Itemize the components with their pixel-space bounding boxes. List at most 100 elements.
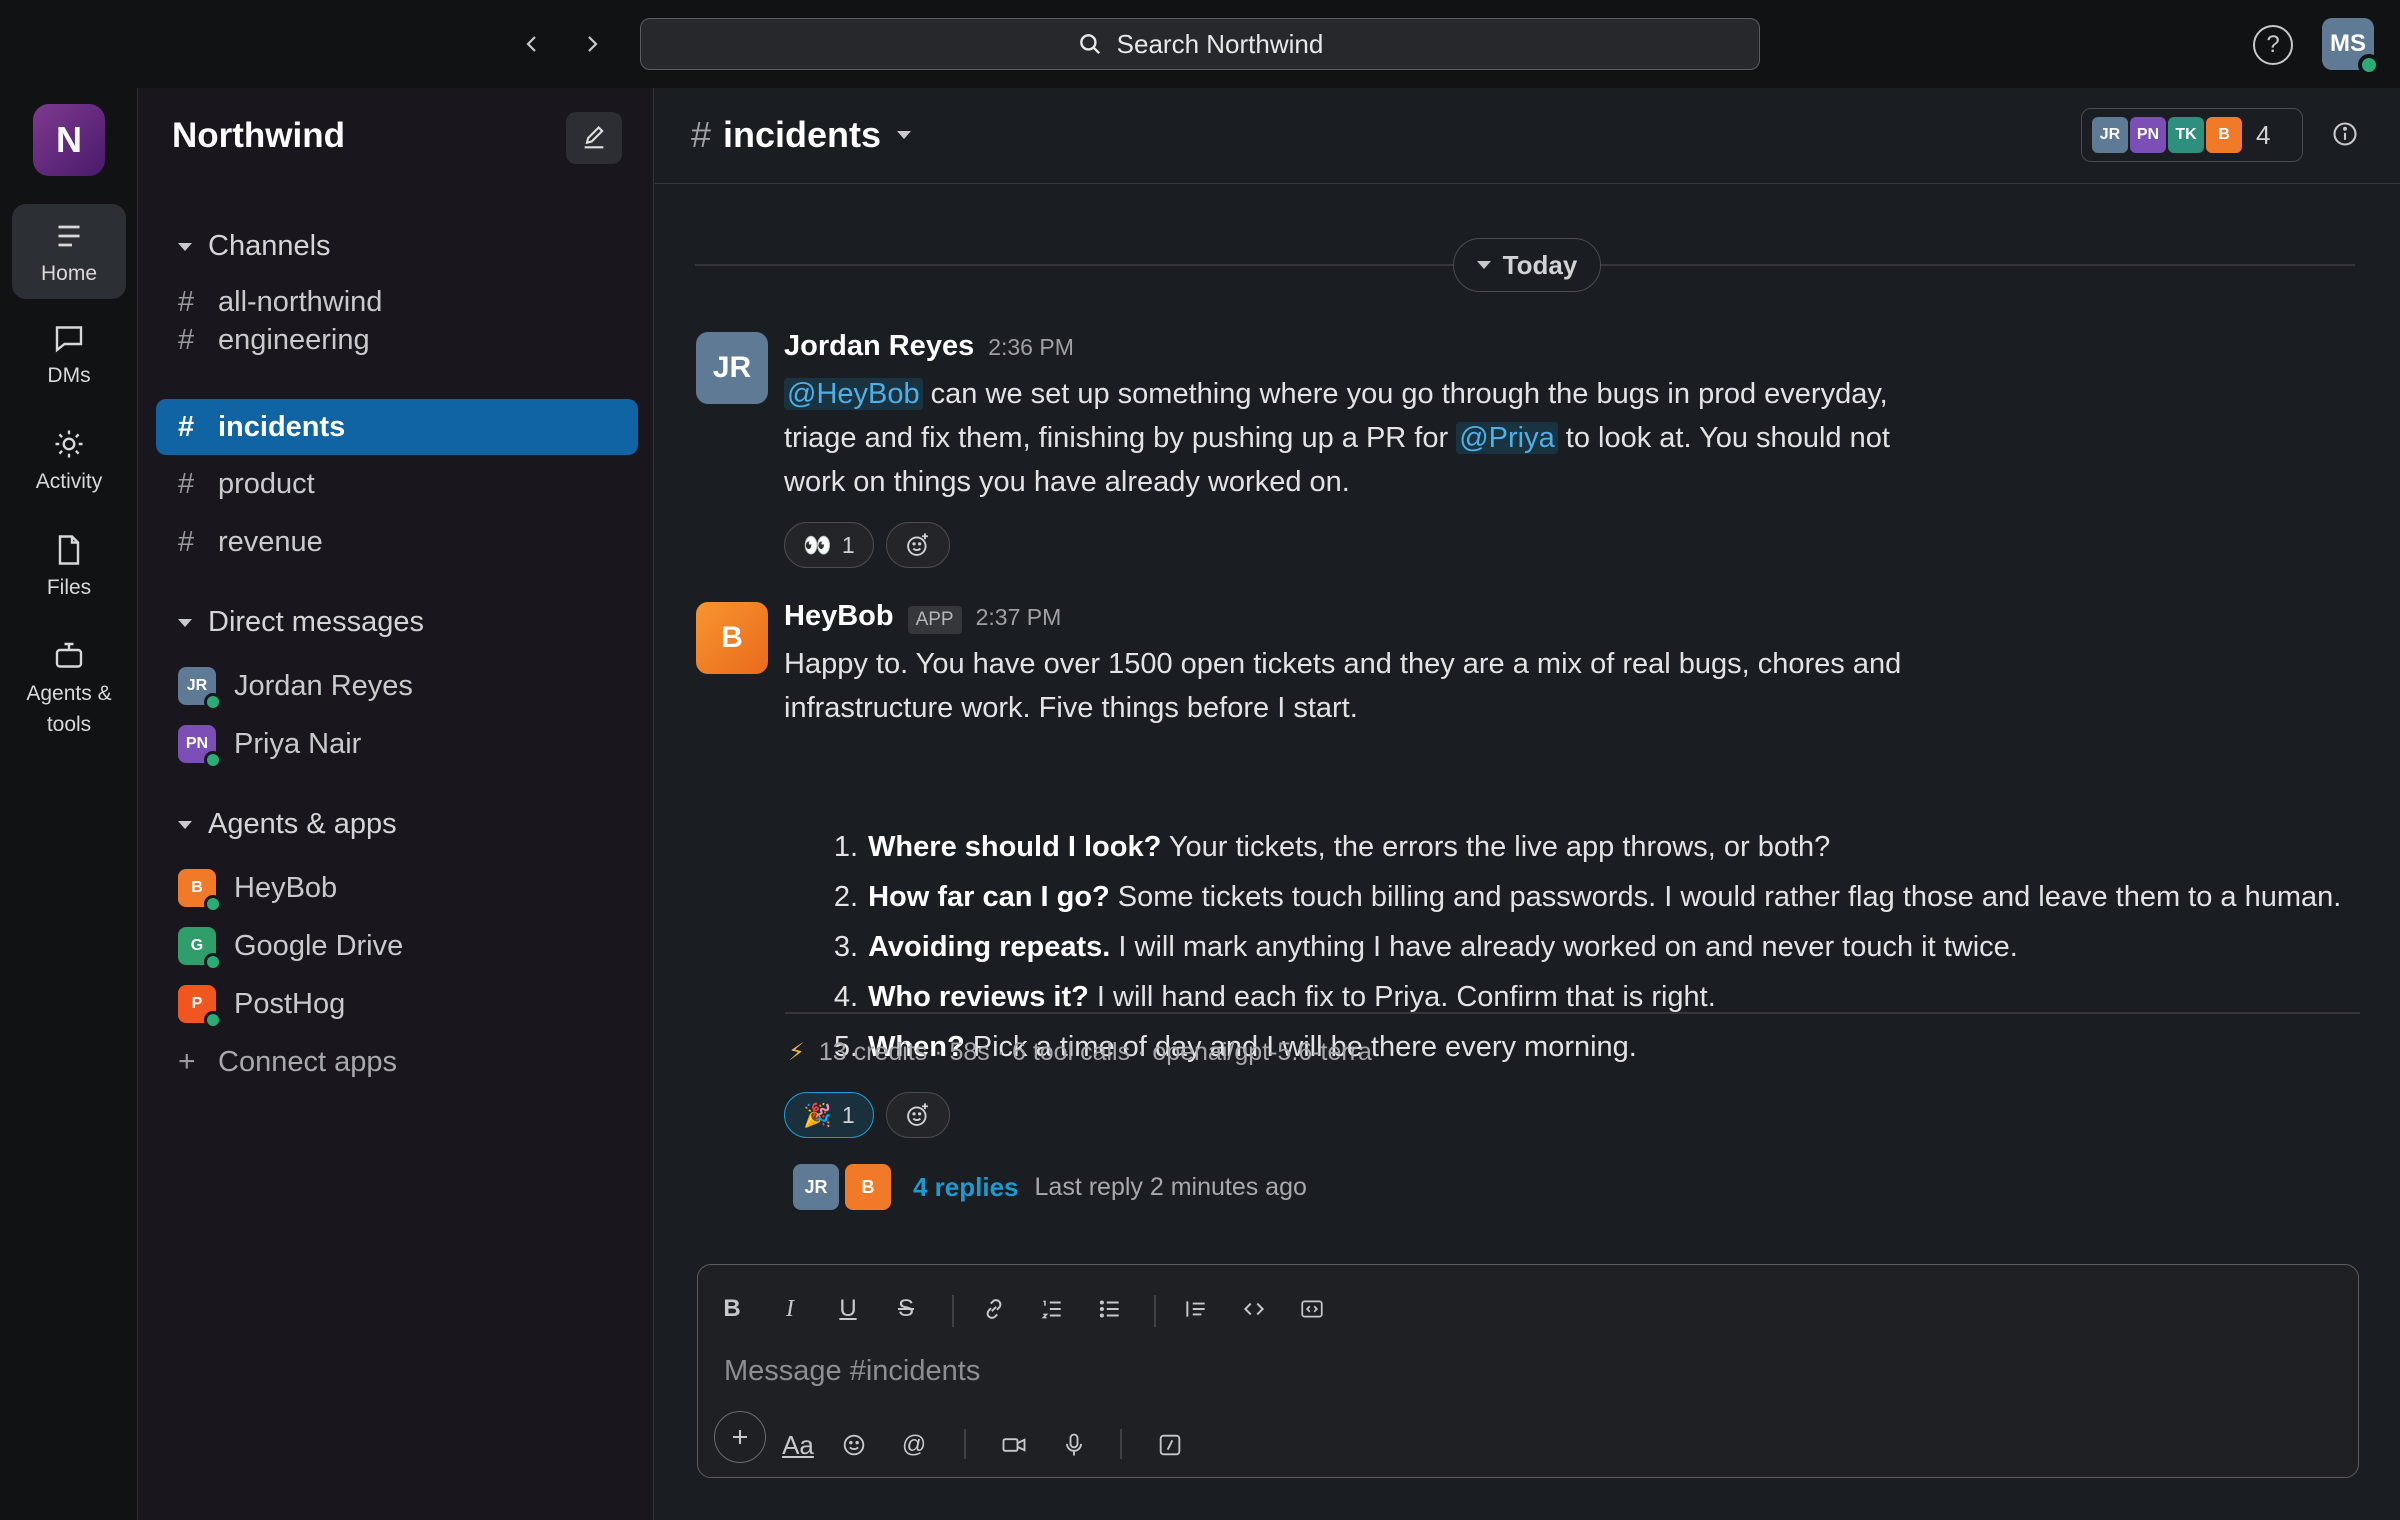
online-status-dot (2358, 54, 2380, 76)
message-header: Jordan Reyes 2:36 PM (784, 330, 1074, 363)
message-author[interactable]: HeyBob (784, 600, 894, 633)
channels-section-header[interactable]: Channels (178, 230, 331, 263)
lightning-icon: ⚡ (788, 1039, 805, 1066)
channel-header: # incidents JR PN TK B 4 (655, 88, 2400, 184)
mention[interactable]: @Priya (1456, 422, 1558, 454)
day-label: Today (1502, 249, 1578, 280)
bold-icon[interactable]: B (712, 1289, 752, 1329)
search-bar[interactable]: Search Northwind (640, 18, 1760, 70)
message-body: Happy to. You have over 1500 open ticket… (784, 642, 2084, 730)
caret-down-icon (178, 242, 192, 251)
reaction-count: 1 (841, 531, 855, 558)
link-icon[interactable] (974, 1289, 1014, 1329)
plus-icon (733, 1430, 747, 1444)
dm-label: Jordan Reyes (234, 669, 413, 702)
hash-icon: # (178, 323, 195, 356)
rail-dms[interactable]: DMs (12, 320, 126, 391)
message-time[interactable]: 2:37 PM (976, 604, 1062, 631)
avatar: PN (178, 725, 222, 769)
rail-home-label: Home (40, 262, 98, 285)
back-arrow-icon[interactable] (510, 22, 554, 66)
avatar: G (178, 927, 222, 971)
underline-icon[interactable]: U (828, 1289, 868, 1329)
eyes-emoji-icon: 👀 (803, 531, 832, 558)
hash-icon: # (691, 114, 712, 155)
add-reaction-button[interactable] (886, 522, 950, 568)
compose-icon (584, 126, 604, 149)
search-placeholder: Search Northwind (1116, 28, 1324, 59)
channel-sidebar: Northwind Channels # all-northwind # engin… (138, 88, 654, 1520)
message-input[interactable]: Message #incidents (724, 1355, 980, 1388)
blockquote-icon[interactable] (1176, 1289, 1216, 1329)
connect-apps-button[interactable]: + Connect apps (156, 1034, 638, 1090)
video-icon[interactable] (994, 1425, 1034, 1465)
channel-label: revenue (218, 525, 323, 558)
message-author[interactable]: Jordan Reyes (784, 330, 974, 363)
avatar: JR (793, 1164, 839, 1210)
bulleted-list-icon[interactable] (1090, 1289, 1130, 1329)
online-status-dot (204, 751, 222, 769)
list-item-heading: Avoiding repeats. (868, 931, 1111, 963)
dm-item[interactable]: JR Jordan Reyes (156, 658, 638, 714)
mention-icon[interactable]: @ (894, 1425, 934, 1465)
caret-down-icon (1476, 261, 1491, 269)
rail-home[interactable]: Home (12, 204, 126, 299)
run-meta-text: 13 credits · 58s · 6 tool calls · openai… (818, 1038, 1372, 1066)
replies-link[interactable]: 4 replies (913, 1172, 1019, 1203)
code-icon[interactable] (1234, 1289, 1274, 1329)
thread-summary[interactable]: JR B 4 replies Last reply 2 minutes ago (793, 1164, 1307, 1210)
day-pill[interactable]: Today (1453, 238, 1601, 292)
list-number: 1. (833, 831, 858, 863)
question-list-item: 1. Where should I look? Your tickets, th… (828, 822, 2341, 872)
reaction-chip[interactable]: 👀 1 (784, 522, 874, 568)
avatar[interactable]: B (696, 602, 768, 674)
microphone-icon[interactable] (1054, 1425, 1094, 1465)
channel-title[interactable]: # incidents (691, 114, 912, 156)
avatar[interactable]: JR (696, 332, 768, 404)
formatting-toggle[interactable]: Aa (778, 1425, 818, 1465)
question-list-item: 3. Avoiding repeats. I will mark anythin… (828, 922, 2341, 972)
dm-section-header[interactable]: Direct messages (178, 606, 424, 639)
slash-command-icon[interactable] (1150, 1425, 1190, 1465)
members-button[interactable]: JR PN TK B 4 (2081, 108, 2303, 162)
app-item[interactable]: B HeyBob (156, 860, 638, 916)
forward-arrow-icon[interactable] (570, 22, 614, 66)
toolbar-divider (1120, 1429, 1122, 1459)
add-reaction-button[interactable] (886, 1092, 950, 1138)
rail-activity-label: Activity (35, 470, 103, 493)
italic-icon[interactable]: I (770, 1289, 810, 1329)
rail-agents-label: Agents & tools (26, 682, 112, 736)
reaction-chip[interactable]: 🎉 1 (784, 1092, 874, 1138)
workspace-logo[interactable]: N (33, 104, 105, 176)
toolbar-divider (964, 1429, 966, 1459)
channel-item[interactable]: # revenue (156, 514, 638, 570)
info-icon[interactable] (2331, 120, 2359, 148)
strikethrough-icon[interactable]: S (886, 1289, 926, 1329)
workspace-name[interactable]: Northwind (172, 116, 345, 156)
app-item[interactable]: G Google Drive (156, 918, 638, 974)
dm-item[interactable]: PN Priya Nair (156, 716, 638, 772)
app-label: Google Drive (234, 929, 404, 962)
code-block-icon[interactable] (1292, 1289, 1332, 1329)
rail-agents[interactable]: Agents & tools (12, 638, 126, 740)
compose-button[interactable] (566, 112, 622, 164)
avatar: B (845, 1164, 891, 1210)
caret-down-icon (897, 131, 912, 139)
dm-label: Priya Nair (234, 727, 362, 760)
user-avatar[interactable]: MS (2322, 18, 2380, 76)
channel-item[interactable]: # product (156, 456, 638, 512)
attach-plus-button[interactable] (714, 1411, 766, 1463)
ordered-list-icon[interactable] (1032, 1289, 1072, 1329)
app-item[interactable]: P PostHog (156, 976, 638, 1032)
help-icon[interactable]: ? (2253, 25, 2293, 65)
rail-activity[interactable]: Activity (12, 426, 126, 497)
mention[interactable]: @HeyBob (784, 378, 923, 410)
apps-section-header[interactable]: Agents & apps (178, 808, 397, 841)
channel-item[interactable]: # engineering (156, 312, 638, 368)
message-time[interactable]: 2:36 PM (988, 334, 1074, 361)
channel-name: incidents (723, 114, 882, 155)
dm-heading: Direct messages (208, 606, 424, 638)
channel-item-active[interactable]: # incidents (156, 399, 638, 455)
rail-files[interactable]: Files (12, 532, 126, 603)
emoji-icon[interactable] (834, 1425, 874, 1465)
